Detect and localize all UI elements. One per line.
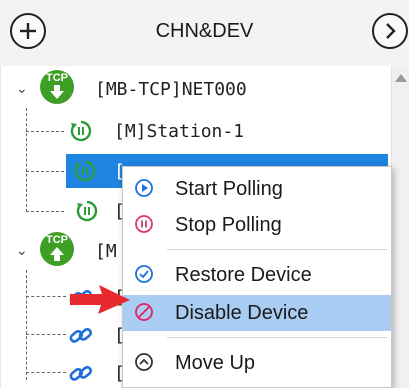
expand-chevron[interactable]: ⌄ — [16, 242, 28, 259]
menu-separator — [167, 337, 387, 338]
expand-chevron[interactable]: ⌄ — [16, 80, 28, 97]
link-icon — [69, 365, 93, 381]
tree-connector — [26, 296, 66, 297]
red-pointer-arrow-icon — [70, 285, 130, 314]
tcp-channel-icon: TCP — [40, 70, 74, 104]
menu-item-move-up[interactable]: Move Up — [123, 345, 391, 381]
menu-item-label: Move Up — [175, 351, 256, 374]
prohibit-icon — [135, 303, 153, 321]
channel-node-label[interactable]: [M — [95, 241, 117, 262]
tree-connector — [26, 334, 66, 335]
check-circle-icon — [135, 265, 153, 283]
tree-connector — [26, 108, 27, 212]
polling-device-icon — [74, 160, 96, 182]
menu-item-start-polling[interactable]: Start Polling — [123, 171, 391, 207]
station-node-label[interactable]: [M]Station-1 — [114, 121, 244, 142]
menu-separator — [167, 249, 387, 250]
menu-item-label: Start Polling — [175, 177, 283, 200]
menu-item-label: Disable Device — [175, 301, 309, 324]
tree-connector — [26, 131, 64, 132]
panel-header: CHN&DEV — [0, 0, 409, 67]
tree-connector — [26, 270, 27, 380]
tree-scrollbar[interactable] — [391, 66, 409, 388]
panel-title: CHN&DEV — [155, 20, 254, 42]
tree-connector — [26, 211, 64, 212]
play-circle-icon — [135, 179, 153, 197]
menu-item-label: Stop Polling — [175, 213, 282, 236]
chevron-right-icon — [386, 23, 396, 39]
tcp-channel-icon: TCP — [40, 232, 74, 266]
collapse-panel-button[interactable] — [372, 13, 408, 49]
pause-circle-icon — [135, 215, 153, 233]
menu-item-label: Restore Device — [175, 263, 312, 286]
tree-connector — [26, 372, 66, 373]
tree-connector — [26, 171, 64, 172]
chevron-up-circle-icon — [135, 353, 153, 371]
menu-item-restore-device[interactable]: Restore Device — [123, 257, 391, 293]
channel-node-label[interactable]: [MB-TCP]NET000 — [95, 79, 247, 100]
scroll-up-arrow[interactable] — [395, 74, 407, 82]
menu-item-stop-polling[interactable]: Stop Polling — [123, 207, 391, 243]
polling-device-icon — [70, 120, 92, 142]
polling-device-icon — [76, 200, 98, 222]
menu-item-disable-device[interactable]: Disable Device — [123, 295, 391, 331]
context-menu: Start Polling Stop Polling Restore Devic… — [122, 166, 392, 388]
link-icon — [69, 327, 93, 343]
